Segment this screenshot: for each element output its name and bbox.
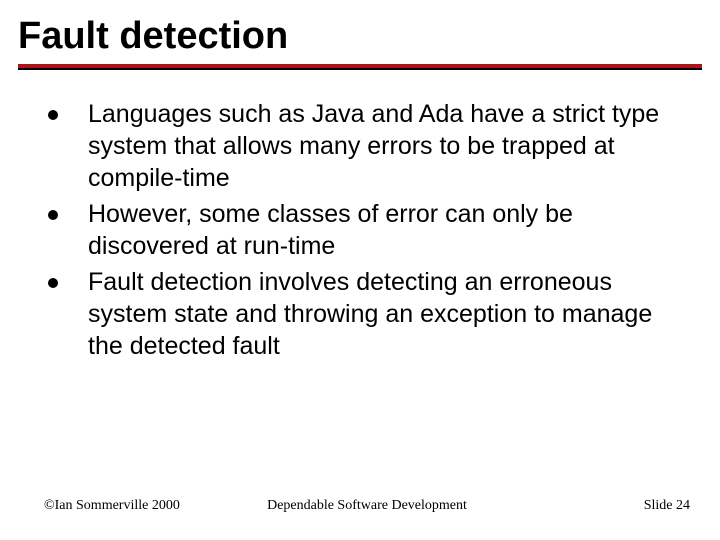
title-rule-black bbox=[18, 68, 702, 70]
title-block: Fault detection bbox=[18, 16, 702, 70]
slide: Fault detection Languages such as Java a… bbox=[0, 0, 720, 540]
bullet-text: However, some classes of error can only … bbox=[88, 198, 690, 262]
footer-slide-number: Slide 24 bbox=[644, 498, 690, 514]
slide-footer: ©Ian Sommerville 2000 Dependable Softwar… bbox=[44, 498, 690, 514]
footer-copyright: ©Ian Sommerville 2000 bbox=[44, 498, 180, 514]
slide-title: Fault detection bbox=[18, 16, 702, 58]
list-item: Fault detection involves detecting an er… bbox=[48, 266, 690, 362]
bullet-icon bbox=[48, 278, 58, 288]
list-item: However, some classes of error can only … bbox=[48, 198, 690, 262]
bullet-icon bbox=[48, 110, 58, 120]
slide-body: Languages such as Java and Ada have a st… bbox=[48, 98, 690, 366]
bullet-icon bbox=[48, 210, 58, 220]
bullet-text: Languages such as Java and Ada have a st… bbox=[88, 98, 690, 194]
bullet-text: Fault detection involves detecting an er… bbox=[88, 266, 690, 362]
list-item: Languages such as Java and Ada have a st… bbox=[48, 98, 690, 194]
